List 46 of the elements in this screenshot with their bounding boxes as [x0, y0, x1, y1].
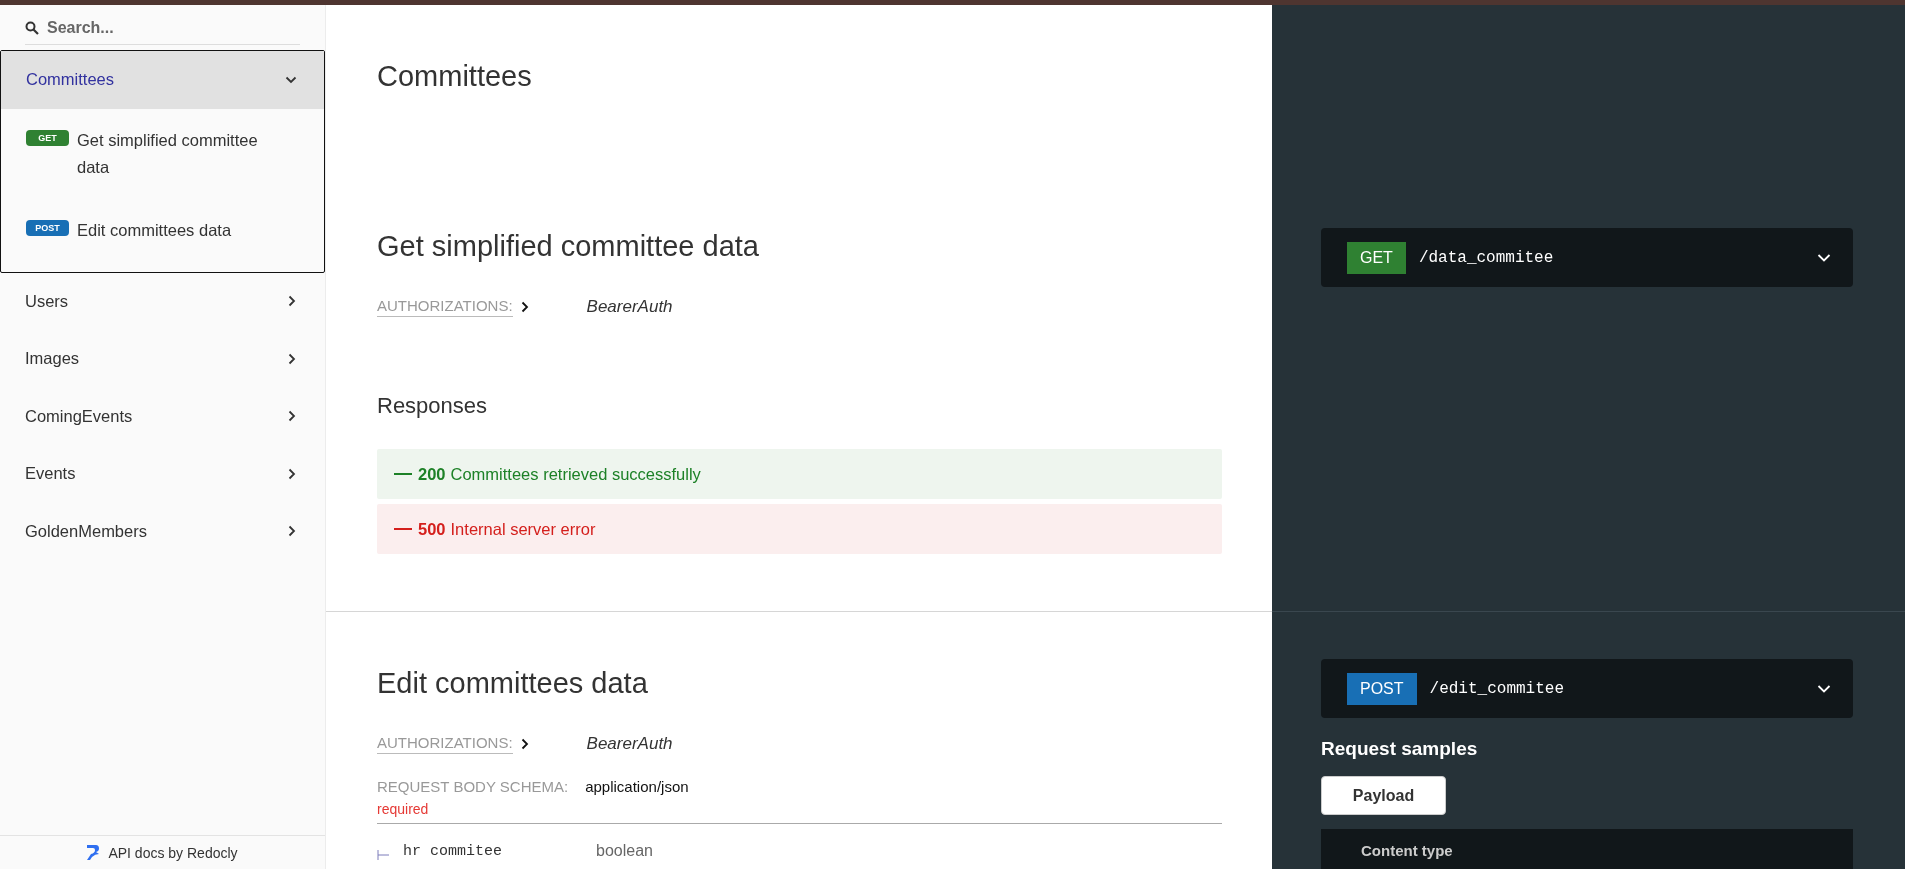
schema-label: REQUEST BODY SCHEMA:	[377, 778, 569, 795]
sidebar-item[interactable]: Committees	[1, 51, 324, 109]
chevron-right-icon	[286, 295, 298, 308]
chevron-down-icon	[1817, 683, 1831, 694]
footer-link[interactable]: API docs by Redocly	[87, 844, 238, 861]
sidebar-item[interactable]: Events	[0, 445, 325, 503]
field-name: hr commitee	[403, 843, 504, 860]
chevron-right-icon	[520, 738, 529, 750]
method-badge: GET	[1347, 241, 1406, 274]
required-label: required	[377, 801, 430, 817]
auth-scheme: BearerAuth	[586, 297, 673, 317]
sidebar-item[interactable]: Get simplified committee data	[77, 126, 274, 181]
logo-icon	[87, 845, 100, 860]
samples-title: Request samples	[1321, 738, 1479, 760]
endpoint-path: /data_commitee	[1418, 248, 1555, 267]
auth-scheme: BearerAuth	[586, 734, 673, 754]
sidebar-item[interactable]: Users	[0, 272, 325, 330]
content-type: application/json	[585, 778, 689, 795]
content-type-label: Content type	[1361, 842, 1453, 859]
search-icon	[25, 21, 39, 35]
sidebar-item[interactable]: Edit committees data	[77, 216, 232, 244]
endpoint-bar[interactable]: GET /data_commitee	[1321, 228, 1853, 287]
response-item[interactable]: 500 Internal server error	[377, 504, 1222, 554]
chevron-right-icon	[286, 525, 298, 538]
method-badge: POST	[26, 219, 69, 236]
payload-tab[interactable]: Payload	[1321, 776, 1446, 815]
section-title: Committees	[377, 60, 533, 93]
sidebar-item[interactable]: Images	[0, 330, 325, 388]
endpoint-path: /edit_commitee	[1429, 679, 1565, 698]
chevron-right-icon	[286, 352, 298, 365]
operation-title: Get simplified committee data	[377, 230, 760, 263]
response-item[interactable]: 200 Committees retrieved successfully	[377, 449, 1222, 499]
sidebar-item[interactable]: GoldenMembers	[0, 502, 325, 560]
search-field[interactable]: Search...	[47, 19, 287, 37]
tree-line-icon	[377, 850, 389, 860]
chevron-down-icon	[1817, 252, 1831, 263]
endpoint-bar[interactable]: POST /edit_commitee	[1321, 659, 1853, 718]
chevron-right-icon	[286, 410, 298, 423]
chevron-right-icon	[520, 301, 529, 313]
method-badge: POST	[1347, 672, 1417, 705]
chevron-right-icon	[286, 467, 298, 480]
responses-title: Responses	[377, 393, 489, 419]
sidebar-item[interactable]: ComingEvents	[0, 387, 325, 445]
field-type: boolean	[596, 842, 653, 860]
method-badge: GET	[26, 129, 69, 146]
operation-title: Edit committees data	[377, 667, 649, 700]
